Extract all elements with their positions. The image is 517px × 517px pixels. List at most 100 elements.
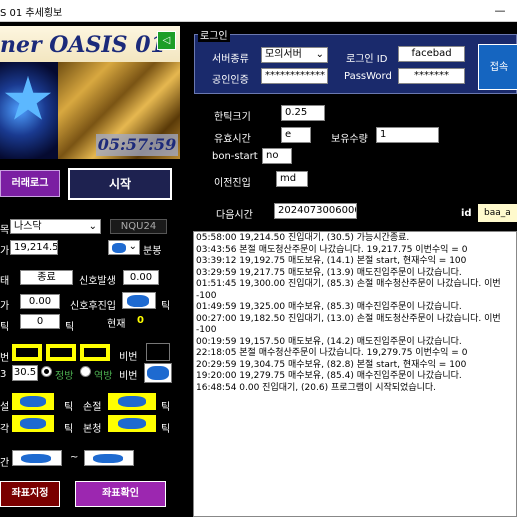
prev-entry-label: 이전진입	[214, 178, 251, 189]
login-id-label: 로그인 ID	[346, 54, 388, 65]
connect-button[interactable]: 접속	[478, 44, 517, 90]
clock-display: 05:57:59	[96, 134, 178, 156]
row6-label: 설	[0, 402, 10, 413]
window-title: S 01 추세횡보	[0, 8, 63, 19]
time-end-input[interactable]	[84, 450, 134, 466]
log-line: -100	[196, 290, 217, 301]
next-time-input[interactable]: 20240730060000	[274, 203, 357, 219]
setting-box-3[interactable]	[80, 344, 110, 361]
triangle-left-icon[interactable]: ◁	[157, 31, 176, 50]
stoploss-unit: 틱	[161, 402, 171, 413]
redacted-mark	[112, 243, 126, 253]
tick-size-label: 한틱크기	[214, 112, 251, 123]
timeframe-select[interactable]: ⌄	[108, 240, 140, 255]
server-label: 서버종류	[212, 54, 249, 65]
symbol-select[interactable]: 나스닥 ⌄	[10, 219, 101, 234]
password-input[interactable]: *******	[398, 68, 465, 84]
password-label: PassWord	[344, 71, 392, 82]
signal-value[interactable]: 0.00	[123, 270, 159, 285]
symbol-code: NQU24	[110, 219, 167, 234]
biben-select[interactable]	[144, 363, 172, 383]
log-line: 03:43:56 본절 매도청산주문이 나갔습니다. 19,217.75 이번수…	[196, 244, 468, 255]
minimize-icon[interactable]: —	[484, 0, 516, 22]
log-line: 05:58:00 19,214.50 진입대기, (30.5) 가능시간종료.	[196, 233, 410, 243]
id-value: baa_a	[478, 204, 517, 222]
status-value: 종료	[20, 270, 73, 285]
log-textarea[interactable]: 05:58:00 19,214.50 진입대기, (30.5) 가능시간종료. …	[193, 231, 517, 517]
breakeven-setting[interactable]	[108, 415, 156, 432]
bon-start-input[interactable]: no	[262, 148, 292, 164]
log-line: 01:49:59 19,325.00 매수보유, (85.3) 매수진입주문이 …	[196, 302, 462, 312]
tick-size-input[interactable]: 0.25	[281, 105, 325, 121]
row7-label: 각	[0, 424, 10, 435]
reverse-label: 역방	[94, 371, 113, 382]
row3-unit: 틱	[0, 322, 10, 333]
server-select[interactable]: 모의서버 ⌄	[261, 47, 328, 63]
title-bar: S 01 추세횡보 —	[0, 0, 517, 22]
tick-unit: 틱	[161, 301, 171, 312]
valid-time-input[interactable]: e	[281, 127, 311, 143]
entry-price-value[interactable]: 0.00	[20, 294, 60, 309]
chevron-down-icon[interactable]: ⌄	[129, 241, 137, 252]
breakeven-label: 본청	[83, 424, 102, 435]
log-line: 03:39:12 19,192.75 매도보유, (14.1) 본절 start…	[196, 256, 467, 266]
banner: ner OASIS 01 ◁ 05:57:59	[0, 26, 180, 159]
time-start-input[interactable]	[12, 450, 62, 466]
chevron-down-icon[interactable]: ⌄	[316, 48, 324, 62]
status-label: 태	[0, 276, 10, 287]
start-button[interactable]: 시작	[68, 168, 172, 200]
ratio-input[interactable]: 30.5	[12, 365, 38, 381]
log-line: 22:18:05 본절 매수청산주문이 나갔습니다. 19,279.75 이번수…	[196, 348, 468, 358]
coord-set-button[interactable]: 좌표지정	[0, 481, 60, 507]
tilde: ~	[70, 452, 79, 463]
angle-setting[interactable]	[12, 415, 54, 432]
log-line: 01:51:45 19,300.00 진입대기, (85.3) 손절 매수청산주…	[196, 279, 501, 289]
cert-input[interactable]: ************	[261, 68, 328, 84]
signal-label: 신호발생	[79, 276, 116, 287]
price-label: 가	[0, 246, 10, 257]
entry-price-label: 가	[0, 301, 10, 312]
profit-setting[interactable]	[12, 393, 54, 410]
profit-unit: 틱	[64, 402, 74, 413]
log-line: 16:48:54 0.00 진입대기, (20.6) 프로그램이 시작되었습니다…	[196, 382, 437, 393]
reverse-radio[interactable]	[80, 366, 91, 377]
log-line: 00:19:59 19,157.50 매도보유, (14.2) 매도진입주문이 …	[196, 336, 462, 347]
symbol-label: 목	[0, 225, 10, 236]
minute-label: 분봉	[143, 246, 162, 257]
valid-time-label: 유효시간	[214, 134, 251, 145]
offset-value[interactable]: 0	[20, 314, 60, 329]
id-label: id	[461, 208, 472, 219]
symbol-value: 나스닥	[14, 221, 42, 232]
login-id-input[interactable]: facebad	[398, 46, 465, 62]
log-line: 03:29:59 19,217.75 매도보유, (13.9) 매도진입주문이 …	[196, 267, 462, 278]
row4-label: 번	[0, 353, 10, 364]
breakeven-unit: 틱	[161, 424, 171, 435]
login-title: 로그인	[198, 27, 230, 42]
after-signal-label: 신호후진입	[70, 301, 116, 312]
cert-label: 공인인증	[212, 75, 249, 86]
row5-label: 3	[0, 369, 7, 380]
server-value: 모의서버	[265, 49, 302, 60]
chevron-down-icon[interactable]: ⌄	[89, 220, 97, 233]
price-input[interactable]: 19,214.50	[10, 240, 58, 255]
current-label: 현재	[107, 319, 126, 330]
prev-entry-input[interactable]: md	[276, 171, 308, 187]
forward-radio[interactable]	[41, 366, 52, 377]
log-line: 20:29:59 19,304.75 매수보유, (82.8) 본절 start…	[196, 359, 467, 370]
bon-start-label: bon-start	[212, 151, 258, 162]
redacted-mark	[127, 295, 149, 307]
stoploss-setting[interactable]	[108, 393, 156, 410]
stoploss-label: 손절	[83, 402, 102, 413]
biben-label-2: 비번	[119, 371, 138, 382]
setting-box-1[interactable]	[12, 344, 42, 361]
offset-unit: 틱	[65, 322, 75, 333]
angle-unit: 틱	[64, 424, 74, 435]
biben-box[interactable]	[146, 343, 170, 361]
after-signal-select[interactable]	[122, 292, 156, 309]
log-line: 19:20:00 19,279.75 매수보유, (85.4) 매수진입주문이 …	[196, 371, 462, 381]
hold-qty-input[interactable]: 1	[376, 127, 439, 143]
log-button[interactable]: 러래로그	[0, 170, 60, 197]
setting-box-2[interactable]	[46, 344, 76, 361]
forward-label: 정방	[55, 371, 74, 382]
coord-check-button[interactable]: 좌표확인	[75, 481, 166, 507]
